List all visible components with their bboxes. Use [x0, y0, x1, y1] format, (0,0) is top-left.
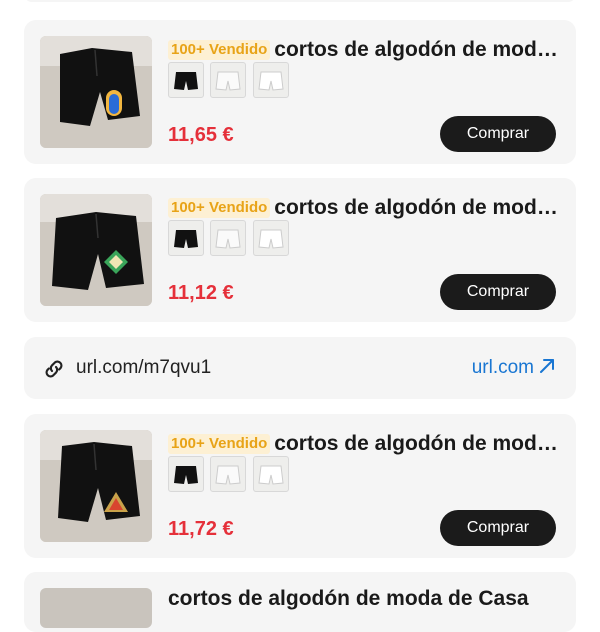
product-price: 11,12 € [168, 282, 234, 304]
product-card-partial[interactable]: cortos de algodón de moda de Casa [24, 572, 576, 632]
product-price: 11,72 € [168, 518, 234, 540]
variant-thumb-white-alt[interactable] [253, 456, 289, 492]
link-url[interactable]: url.com/m7qvu1 [76, 356, 211, 380]
buy-button[interactable]: Comprar [440, 116, 556, 152]
variant-thumb-black[interactable] [168, 456, 204, 492]
variant-thumb-white[interactable] [210, 220, 246, 256]
product-title[interactable]: 100+ Vendidocortos de algodón de moda de… [168, 37, 560, 63]
product-card[interactable]: 100+ Vendidocortos de algodón de moda de… [24, 20, 576, 164]
variant-thumb-white[interactable] [210, 456, 246, 492]
variant-thumb-black[interactable] [168, 62, 204, 98]
previous-card [24, 0, 576, 2]
buy-button[interactable]: Comprar [440, 274, 556, 310]
product-title[interactable]: 100+ Vendidocortos de algodón de moda de… [168, 195, 560, 221]
product-image[interactable] [40, 430, 152, 542]
sold-badge: 100+ Vendido [168, 434, 271, 454]
product-title-text: cortos de algodón de moda de Casa [274, 432, 560, 455]
link-domain[interactable]: url.com [472, 356, 534, 380]
link-card[interactable]: url.com/m7qvu1 url.com [24, 337, 576, 399]
product-title[interactable]: 100+ Vendidocortos de algodón de moda de… [168, 431, 560, 457]
link-icon [45, 360, 63, 378]
product-title[interactable]: cortos de algodón de moda de Casa [168, 586, 560, 612]
external-link-icon[interactable] [538, 357, 556, 375]
product-card[interactable]: 100+ Vendidocortos de algodón de moda de… [24, 178, 576, 322]
product-image[interactable] [40, 194, 152, 306]
buy-button[interactable]: Comprar [440, 510, 556, 546]
product-image[interactable] [40, 36, 152, 148]
variant-thumb-white-alt[interactable] [253, 220, 289, 256]
sold-badge: 100+ Vendido [168, 40, 271, 60]
product-title-text: cortos de algodón de moda de Casa [274, 196, 560, 219]
product-title-text: cortos de algodón de moda de Casa [274, 38, 560, 61]
product-price: 11,65 € [168, 124, 234, 146]
variant-thumb-black[interactable] [168, 220, 204, 256]
variant-thumb-white[interactable] [210, 62, 246, 98]
product-image[interactable] [40, 588, 152, 628]
sold-badge: 100+ Vendido [168, 198, 271, 218]
product-card[interactable]: 100+ Vendidocortos de algodón de moda de… [24, 414, 576, 558]
variant-thumb-white-alt[interactable] [253, 62, 289, 98]
